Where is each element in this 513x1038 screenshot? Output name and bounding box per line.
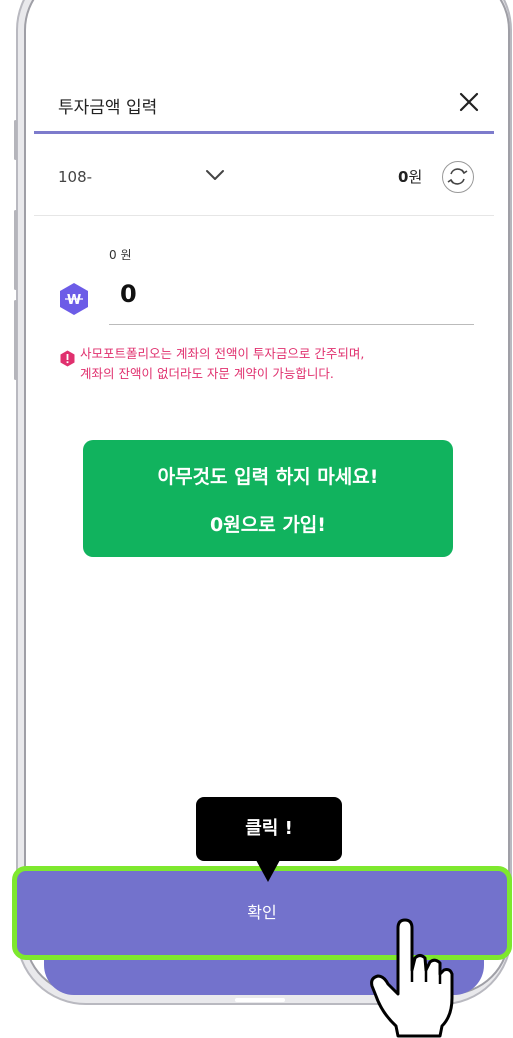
notice-text: 사모포트폴리오는 계좌의 전액이 투자금으로 간주되며, 계좌의 잔액이 없더라… [80,344,364,384]
notice-line-2: 계좌의 잔액이 없더라도 자문 계약이 가능합니다. [80,366,334,381]
refresh-icon [447,168,468,185]
phone-side-button [14,120,17,160]
callout-box: 아무것도 입력 하지 마세요! 0원으로 가입! [83,440,453,557]
phone-side-button [14,210,17,290]
balance-value: 0 [398,168,409,186]
chevron-down-icon[interactable] [203,167,227,183]
refresh-button[interactable] [442,161,474,193]
amount-label: 0 원 [109,248,132,262]
callout-line-2: 0원으로 가입! [210,514,326,536]
won-hexagon-icon: W [60,283,88,315]
home-indicator [235,998,285,1002]
tooltip-tail [256,860,280,882]
header-divider [34,131,494,134]
callout-line-1: 아무것도 입력 하지 마세요! [157,466,379,488]
amount-underline [109,324,474,325]
account-balance: 0원 [398,166,422,187]
svg-text:W: W [67,293,81,308]
balance-unit: 원 [408,168,423,186]
close-icon[interactable] [455,88,483,116]
row-divider [34,215,494,216]
account-number[interactable]: 108- [58,168,92,186]
pointing-hand-icon [370,918,454,1038]
click-tooltip: 클릭 ! [196,797,342,861]
warning-icon [60,350,75,367]
phone-side-button [14,300,17,380]
amount-input[interactable]: 0 [120,280,137,308]
notice-line-1: 사모포트폴리오는 계좌의 전액이 투자금으로 간주되며, [80,346,365,361]
page-title: 투자금액 입력 [58,98,158,118]
